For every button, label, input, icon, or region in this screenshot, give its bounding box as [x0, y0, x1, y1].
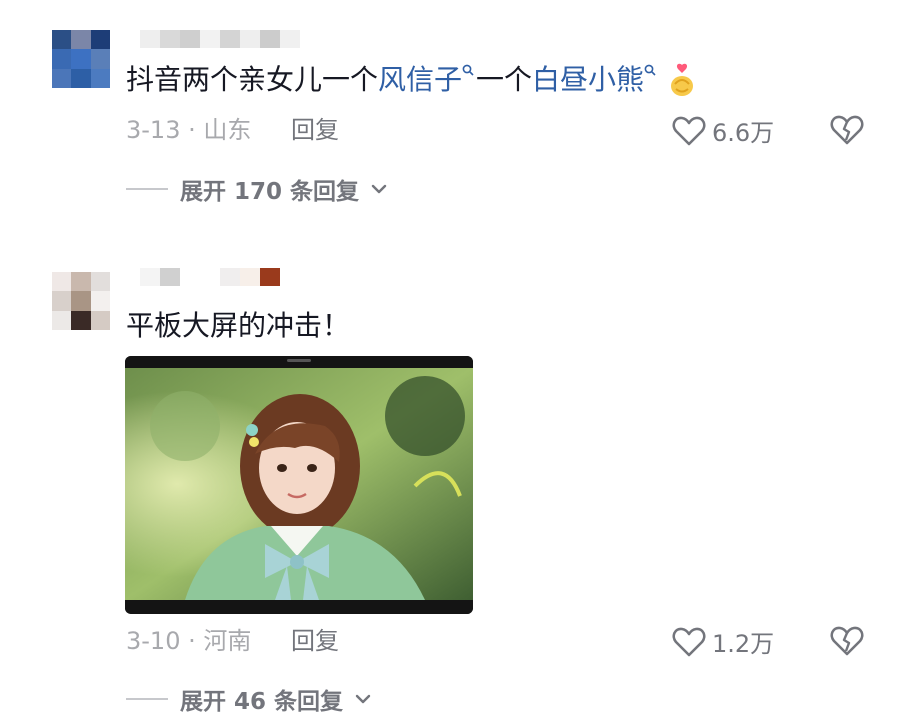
comment-text-part: 抖音两个亲女儿一个 [126, 63, 379, 96]
comment-text: 抖音两个亲女儿一个风信子 一个白昼小熊 [126, 62, 697, 98]
topic-link-fengxinzi[interactable]: 风信子 [378, 63, 462, 96]
reply-button[interactable]: 回复 [291, 626, 339, 656]
heart-outline-icon [672, 627, 706, 656]
comment-text-part: 一个 [476, 63, 533, 96]
reply-button[interactable]: 回复 [291, 115, 339, 145]
search-mini-icon [644, 64, 656, 76]
search-mini-icon [462, 64, 474, 76]
chevron-down-icon [355, 694, 371, 704]
avatar[interactable] [52, 30, 110, 88]
broken-heart-icon[interactable] [830, 625, 864, 657]
divider [126, 698, 168, 700]
expand-replies[interactable]: 展开 170 条回复 [126, 172, 387, 206]
avatar[interactable] [52, 272, 110, 330]
comment-date-location: 3-13 · 山东 [126, 116, 252, 144]
expand-replies-label: 展开 170 条回复 [180, 179, 360, 205]
broken-heart-icon[interactable] [830, 114, 864, 146]
tablet-girl-photo[interactable] [125, 356, 473, 614]
username-blurred[interactable] [140, 268, 280, 286]
username-blurred[interactable] [140, 30, 300, 48]
comment-text: 平板大屏的冲击！ [126, 309, 351, 342]
chevron-down-icon [371, 184, 387, 194]
divider [126, 188, 168, 190]
like-count: 1.2万 [712, 630, 775, 658]
heart-outline-icon [672, 116, 706, 145]
like-button[interactable]: 6.6万 [672, 113, 774, 148]
comment-date-location: 3-10 · 河南 [126, 627, 252, 655]
finger-heart-emoji [670, 63, 693, 96]
topic-link-baizhouxiaoxiong[interactable]: 白昼小熊 [532, 63, 644, 96]
like-count: 6.6万 [712, 119, 775, 147]
expand-replies-label: 展开 46 条回复 [180, 689, 344, 715]
comment-item: 抖音两个亲女儿一个风信子 一个白昼小熊 3-13 · 山东 回复 6.6万 展开 … [0, 0, 900, 215]
like-button[interactable]: 1.2万 [672, 624, 774, 659]
expand-replies[interactable]: 展开 46 条回复 [126, 682, 371, 716]
